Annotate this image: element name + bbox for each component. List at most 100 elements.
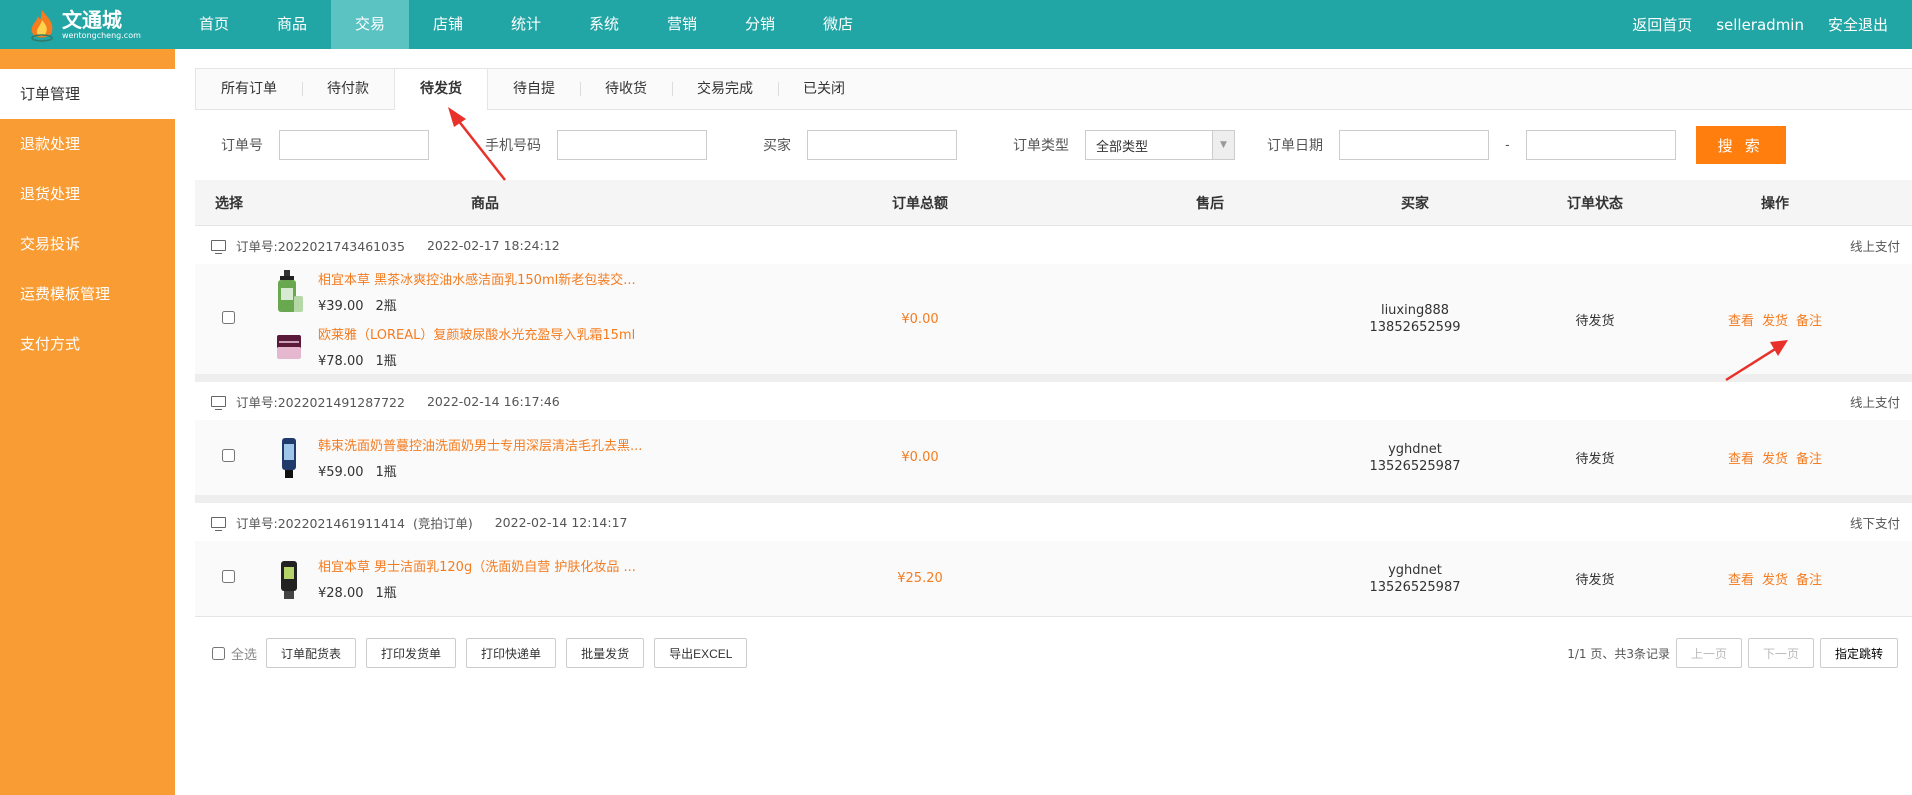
order-goods: 相宜本草 黑茶冰爽控油水感洁面乳150ml新老包装交... ¥39.00 2瓶 欧… <box>270 256 700 382</box>
export-excel-button[interactable]: 导出EXCEL <box>654 638 748 668</box>
picking-list-button[interactable]: 订单配货表 <box>266 638 357 668</box>
note-link[interactable]: 备注 <box>1796 314 1822 329</box>
print-delivery-note-button[interactable]: 打印发货单 <box>366 638 457 668</box>
nav-item-microshop[interactable]: 微店 <box>799 0 877 49</box>
ship-link[interactable]: 发货 <box>1762 573 1788 588</box>
tab-all-orders[interactable]: 所有订单 <box>196 69 302 109</box>
product-price: ¥39.00 <box>318 299 364 314</box>
order-state: 待发货 <box>1575 313 1615 329</box>
order-type-select[interactable]: 全部类型 ▼ <box>1085 130 1235 160</box>
order-type-value: 全部类型 <box>1096 139 1149 155</box>
logout-link[interactable]: 安全退出 <box>1828 14 1888 35</box>
order-time: 2022-02-14 16:17:46 <box>426 393 560 409</box>
print-express-bill-button[interactable]: 打印快递单 <box>466 638 557 668</box>
nav-item-stats[interactable]: 统计 <box>487 0 565 49</box>
select-all-checkbox[interactable] <box>212 646 225 660</box>
nav-item-goods[interactable]: 商品 <box>253 0 331 49</box>
product-title-link[interactable]: 相宜本草 男士洁面乳120g（洗面奶自营 护肤化妆品 ... <box>318 556 636 575</box>
product-thumbnail[interactable] <box>270 269 308 314</box>
tab-closed[interactable]: 已关闭 <box>778 69 870 109</box>
payment-method: 线下支付 <box>1849 515 1900 531</box>
sidebar-item-orders[interactable]: 订单管理 <box>0 69 175 119</box>
buyer-input[interactable] <box>807 130 957 160</box>
sidebar-item-payment-methods[interactable]: 支付方式 <box>0 319 175 369</box>
logo-title: 文通城 <box>62 7 122 32</box>
product-qty: 1瓶 <box>375 586 397 601</box>
header-state: 订单状态 <box>1567 195 1623 212</box>
date-end-input[interactable] <box>1525 130 1676 160</box>
header-after-sales: 售后 <box>1196 195 1224 212</box>
sidebar-item-returns[interactable]: 退货处理 <box>0 169 175 219</box>
header-select: 选择 <box>215 195 243 212</box>
ship-link[interactable]: 发货 <box>1762 314 1788 329</box>
order-number: 订单号:2022021461911414 <box>236 515 405 531</box>
order-operations: 查看 发货 备注 <box>1640 448 1910 467</box>
tab-pending-shipment[interactable]: 待发货 <box>394 69 488 110</box>
nav-item-system[interactable]: 系统 <box>565 0 643 49</box>
note-link[interactable]: 备注 <box>1796 573 1822 588</box>
view-link[interactable]: 查看 <box>1728 573 1754 588</box>
order-no-input[interactable] <box>279 130 429 160</box>
ship-link[interactable]: 发货 <box>1762 452 1788 467</box>
batch-ship-button[interactable]: 批量发货 <box>566 638 645 668</box>
order-total: ¥0.00 <box>901 450 939 465</box>
main-content: 所有订单 待付款 待发货 待自提 待收货 交易完成 已关闭 订单号 手机号码 买… <box>195 68 1912 689</box>
user-name-link[interactable]: selleradmin <box>1716 16 1804 34</box>
header-buyer: 买家 <box>1401 195 1429 212</box>
order-total: ¥0.00 <box>901 311 939 327</box>
phone-label: 手机号码 <box>485 138 541 154</box>
nav-item-home[interactable]: 首页 <box>175 0 253 49</box>
computer-icon <box>211 239 226 254</box>
tab-pending-payment[interactable]: 待付款 <box>302 69 394 109</box>
product-price: ¥28.00 <box>318 586 364 601</box>
nav-item-trade[interactable]: 交易 <box>331 0 409 49</box>
order-date-label: 订单日期 <box>1267 138 1323 154</box>
order-checkbox[interactable] <box>222 570 235 583</box>
order-row: 订单号:2022021743461035 2022-02-17 18:24:12… <box>195 226 1912 382</box>
product-title-link[interactable]: 相宜本草 黑茶冰爽控油水感洁面乳150ml新老包装交... <box>318 269 636 288</box>
buyer-phone: 13852652599 <box>1369 320 1461 335</box>
note-link[interactable]: 备注 <box>1796 452 1822 467</box>
back-home-link[interactable]: 返回首页 <box>1632 14 1692 35</box>
search-button[interactable]: 搜 索 <box>1695 126 1786 164</box>
payment-method: 线上支付 <box>1849 394 1900 410</box>
order-checkbox[interactable] <box>222 310 235 324</box>
order-operations: 查看 发货 备注 <box>1640 310 1910 329</box>
product-title-link[interactable]: 韩束洗面奶普蔓控油洗面奶男士专用深层清洁毛孔去黑... <box>318 435 642 454</box>
order-tag: (竞拍订单) <box>412 515 473 531</box>
view-link[interactable]: 查看 <box>1728 452 1754 467</box>
nav-item-shop[interactable]: 店铺 <box>409 0 487 49</box>
select-all[interactable]: 全选 <box>212 644 257 663</box>
sidebar-item-refunds[interactable]: 退款处理 <box>0 119 175 169</box>
prev-page-button[interactable]: 上一页 <box>1675 638 1742 668</box>
tab-completed[interactable]: 交易完成 <box>672 69 778 109</box>
tab-pending-pickup[interactable]: 待自提 <box>488 69 580 109</box>
sidebar-item-shipping-templates[interactable]: 运费模板管理 <box>0 269 175 319</box>
sidebar-item-complaints[interactable]: 交易投诉 <box>0 219 175 269</box>
product-thumbnail[interactable] <box>270 324 308 369</box>
product-thumbnail[interactable] <box>270 435 308 480</box>
computer-icon <box>211 516 226 531</box>
logo[interactable]: 文通城 wentongcheng.com <box>0 0 175 49</box>
view-link[interactable]: 查看 <box>1728 314 1754 329</box>
nav-item-distribution[interactable]: 分销 <box>721 0 799 49</box>
flame-logo-icon <box>28 8 56 42</box>
top-bar: 文通城 wentongcheng.com 首页 商品 交易 店铺 统计 系统 营… <box>0 0 1912 49</box>
order-state: 待发货 <box>1575 573 1615 588</box>
jump-page-button[interactable]: 指定跳转 <box>1819 638 1898 668</box>
product-thumbnail[interactable] <box>270 556 308 601</box>
payment-method: 线上支付 <box>1849 238 1900 254</box>
phone-input[interactable] <box>557 130 707 160</box>
buyer-info: yghdnet 13526525987 <box>1280 562 1550 596</box>
goods-item: 相宜本草 黑茶冰爽控油水感洁面乳150ml新老包装交... ¥39.00 2瓶 <box>270 264 700 319</box>
next-page-button[interactable]: 下一页 <box>1747 638 1814 668</box>
product-title-link[interactable]: 欧莱雅（LOREAL）复颜玻尿酸水光充盈导入乳霜15ml <box>318 324 635 343</box>
buyer-name: liuxing888 <box>1380 303 1450 318</box>
order-checkbox[interactable] <box>222 449 235 462</box>
tab-pending-receipt[interactable]: 待收货 <box>580 69 672 109</box>
date-start-input[interactable] <box>1339 130 1489 160</box>
nav-item-marketing[interactable]: 营销 <box>643 0 721 49</box>
buyer-info: yghdnet 13526525987 <box>1280 441 1550 475</box>
chevron-down-icon: ▼ <box>1212 131 1234 159</box>
order-number: 订单号:2022021491287722 <box>236 394 405 410</box>
